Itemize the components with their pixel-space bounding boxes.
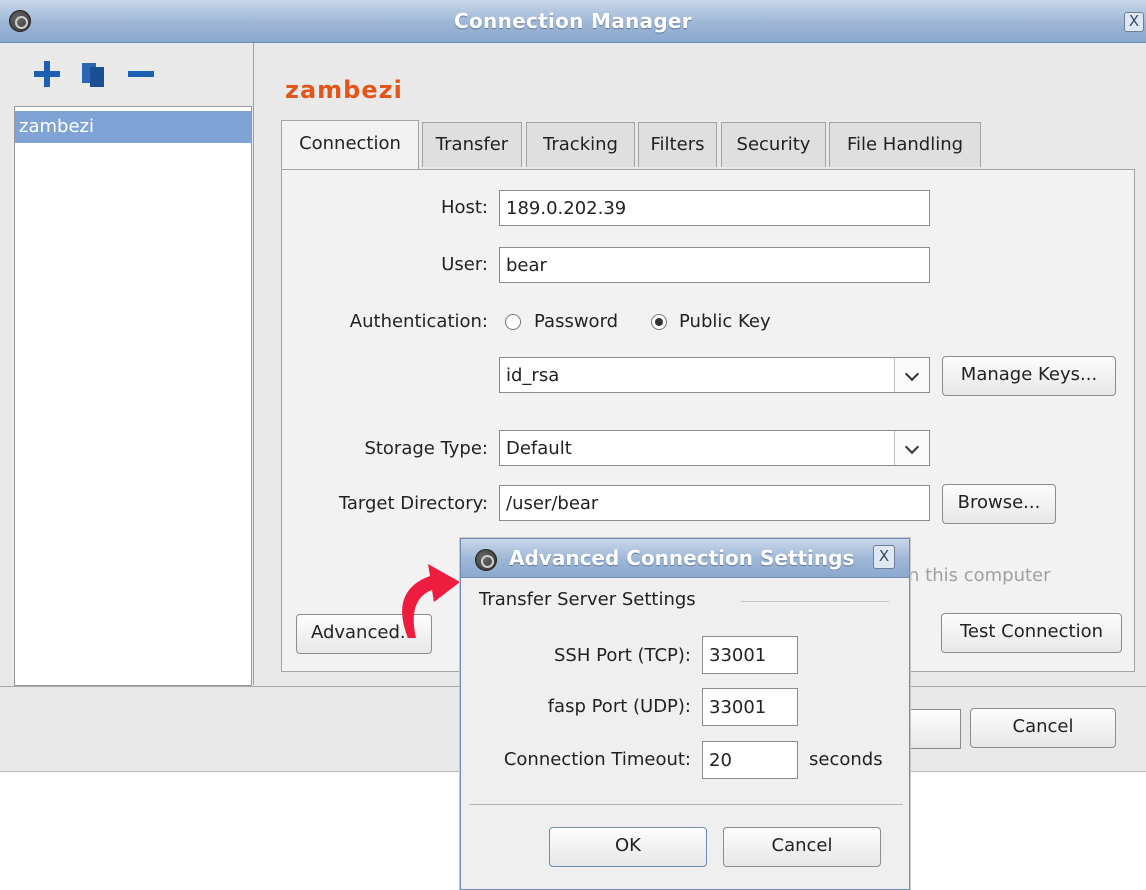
obscured-checkbox-text: n this computer [908, 565, 1051, 586]
tab-security[interactable]: Security [721, 122, 826, 167]
user-input[interactable]: bear [499, 247, 930, 283]
cancel-button[interactable]: Cancel [723, 827, 881, 867]
user-label: User: [441, 254, 488, 275]
section-divider [741, 601, 889, 602]
tab-transfer[interactable]: Transfer [422, 122, 522, 167]
chevron-down-icon[interactable] [894, 358, 929, 392]
chevron-down-icon[interactable] [894, 431, 929, 465]
storage-type-value: Default [506, 438, 572, 459]
tab-file-handling[interactable]: File Handling [829, 122, 981, 167]
public-key-radio-label[interactable]: Public Key [679, 311, 771, 332]
connection-timeout-label: Connection Timeout: [503, 749, 691, 770]
host-label: Host: [440, 197, 488, 218]
sidebar-toolbar [0, 43, 250, 105]
connection-list-item[interactable]: zambezi [15, 111, 251, 143]
ssh-port-label: SSH Port (TCP): [554, 645, 691, 666]
target-directory-label: Target Directory: [338, 493, 488, 514]
section-heading: Transfer Server Settings [479, 589, 696, 610]
manage-keys-button[interactable]: Manage Keys... [942, 356, 1116, 396]
tab-tracking[interactable]: Tracking [526, 122, 635, 167]
connection-timeout-input[interactable]: 20 [702, 741, 798, 779]
authentication-label: Authentication: [349, 311, 488, 332]
dialog-title-bar[interactable]: Advanced Connection Settings X [461, 539, 909, 578]
close-icon[interactable]: X [1124, 12, 1144, 32]
connection-name-heading: zambezi [285, 76, 403, 104]
storage-type-label: Storage Type: [364, 438, 488, 459]
storage-type-select[interactable]: Default [499, 430, 930, 466]
duplicate-icon[interactable] [80, 61, 106, 87]
tab-connection[interactable]: Connection [281, 120, 419, 171]
plus-icon[interactable] [34, 61, 60, 87]
connection-list: zambezi [14, 106, 252, 686]
tab-filters[interactable]: Filters [638, 122, 717, 167]
fasp-port-input[interactable]: 33001 [702, 688, 798, 726]
key-select[interactable]: id_rsa [499, 357, 930, 393]
advanced-connection-settings-dialog: Advanced Connection Settings X Transfer … [460, 538, 910, 890]
password-radio-label[interactable]: Password [534, 311, 618, 332]
timeout-unit-label: seconds [809, 749, 883, 770]
window-title: Connection Manager [454, 9, 692, 33]
password-radio[interactable] [505, 314, 521, 330]
public-key-radio[interactable] [651, 314, 667, 330]
test-connection-button[interactable]: Test Connection [941, 613, 1122, 653]
close-icon[interactable]: X [873, 545, 895, 569]
minus-icon[interactable] [128, 61, 154, 87]
dialog-separator [469, 804, 903, 805]
browse-button[interactable]: Browse... [942, 484, 1056, 524]
ssh-port-input[interactable]: 33001 [702, 636, 798, 674]
title-bar[interactable]: Connection Manager X [0, 0, 1146, 43]
cancel-button[interactable]: Cancel [970, 708, 1116, 748]
ok-button[interactable]: OK [549, 827, 707, 867]
fasp-port-label: fasp Port (UDP): [547, 696, 691, 717]
key-select-value: id_rsa [506, 365, 560, 386]
app-icon [475, 549, 497, 571]
dialog-title: Advanced Connection Settings [509, 546, 855, 570]
target-directory-input[interactable]: /user/bear [499, 485, 930, 521]
host-input[interactable]: 189.0.202.39 [499, 190, 930, 226]
curved-red-arrow-icon [402, 564, 460, 638]
